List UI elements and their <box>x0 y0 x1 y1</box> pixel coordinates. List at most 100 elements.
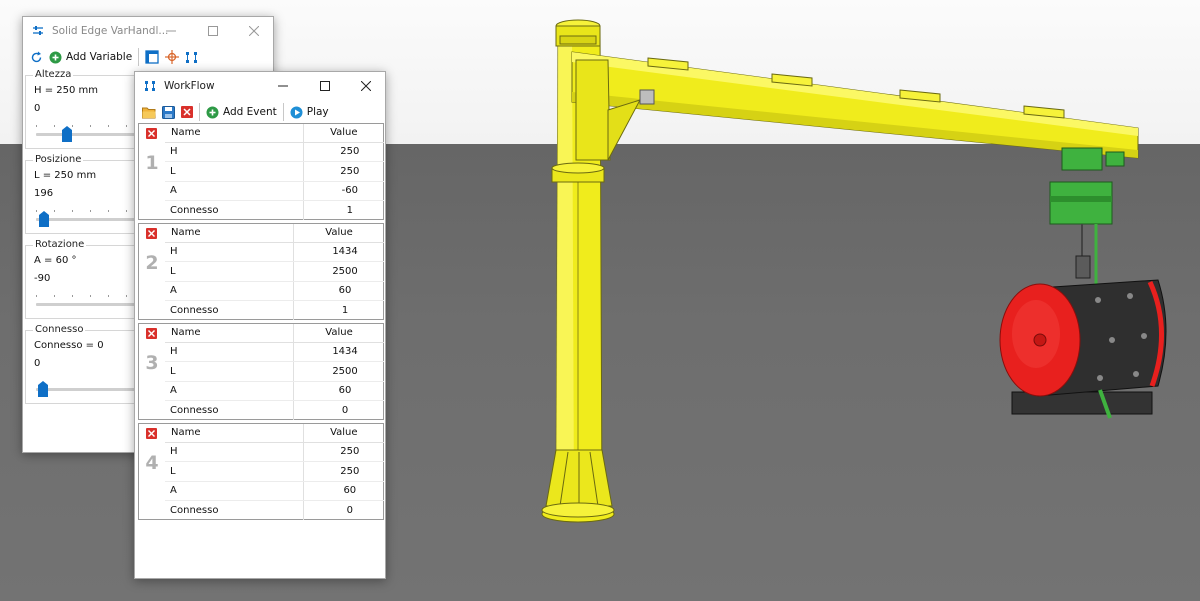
maximize-button[interactable] <box>193 17 233 45</box>
cell-name: Connesso <box>170 405 219 416</box>
toolbar-separator <box>282 103 284 121</box>
close-icon <box>148 430 155 437</box>
slider-ticks <box>36 295 127 297</box>
connesso-slider-thumb[interactable] <box>38 381 48 397</box>
cell-value[interactable]: 1 <box>302 200 384 220</box>
add-event-button[interactable]: Add Event <box>203 102 280 122</box>
delete-event-button[interactable] <box>146 328 157 339</box>
table-row[interactable]: H 250 <box>165 442 384 462</box>
table-row[interactable]: Connesso 0 <box>165 500 384 520</box>
cell-value[interactable]: 1434 <box>293 342 384 362</box>
delete-all-button[interactable] <box>178 102 196 122</box>
cell-value[interactable]: 0 <box>302 500 384 520</box>
refresh-icon <box>31 51 42 62</box>
workflow-app-icon <box>144 80 156 92</box>
folder-icon <box>142 107 156 118</box>
cell-value[interactable]: 250 <box>302 142 384 162</box>
add-variable-label: Add Variable <box>66 51 133 63</box>
cell-value[interactable]: 2500 <box>293 261 384 282</box>
table-row[interactable]: L 250 <box>165 161 384 182</box>
event-table: Name Value H 1434 L 2500 A 60 Connesso 0 <box>165 324 384 420</box>
cell-value[interactable]: 60 <box>293 281 384 301</box>
column-header-name: Name <box>165 224 294 243</box>
play-button[interactable]: Play <box>287 102 332 122</box>
table-row[interactable]: Connesso 0 <box>165 400 384 420</box>
variable-name: Connesso <box>33 324 86 335</box>
maximize-button[interactable] <box>305 72 345 100</box>
refresh-button[interactable] <box>27 47 46 67</box>
table-row[interactable]: A 60 <box>165 381 384 401</box>
cell-name: A <box>165 181 304 201</box>
table-row[interactable]: Connesso 1 <box>165 300 384 320</box>
cell-value[interactable]: 1 <box>293 300 384 320</box>
delete-event-button[interactable] <box>146 428 157 439</box>
red-tank-load <box>999 279 1167 419</box>
variable-expression: A = 60 ° <box>34 255 77 266</box>
cell-value[interactable]: 1434 <box>293 242 384 262</box>
variable-group-connesso: Connesso Connesso = 0 0 <box>25 324 146 404</box>
event-number: 1 <box>145 152 159 174</box>
cell-name: L <box>165 161 304 182</box>
table-row[interactable]: A 60 <box>165 481 384 501</box>
layout-button[interactable] <box>142 47 162 67</box>
column-header-name: Name <box>165 324 294 343</box>
play-label: Play <box>306 106 329 118</box>
cell-value[interactable]: 250 <box>302 161 384 182</box>
cell-name: A <box>165 381 294 401</box>
cell-value[interactable]: 0 <box>293 400 384 420</box>
minimize-button[interactable] <box>151 17 191 45</box>
altezza-slider-track[interactable] <box>36 133 146 136</box>
workflow-button[interactable] <box>182 47 201 67</box>
electric-hoist <box>1049 147 1125 300</box>
variable-group-posizione: Posizione L = 250 mm 196 <box>25 154 146 234</box>
open-button[interactable] <box>139 102 159 122</box>
event-table: Name Value H 250 L 250 A -60 Connesso 1 <box>165 124 384 220</box>
rotazione-slider-track[interactable] <box>36 303 146 306</box>
posizione-slider-thumb[interactable] <box>39 211 49 227</box>
table-row[interactable]: A 60 <box>165 281 384 301</box>
cell-value[interactable]: 60 <box>293 381 384 401</box>
delete-event-button[interactable] <box>146 228 157 239</box>
variable-value: 196 <box>34 188 54 199</box>
workflow-titlebar[interactable]: WorkFlow <box>135 72 385 100</box>
column-header-value: Value <box>302 124 384 143</box>
table-row[interactable]: L 250 <box>165 461 384 482</box>
connesso-slider-track[interactable] <box>36 388 146 391</box>
cell-value[interactable]: 2500 <box>293 361 384 382</box>
table-row[interactable]: H 250 <box>165 142 384 162</box>
cell-name: L <box>165 361 294 382</box>
table-row[interactable]: A -60 <box>165 181 384 201</box>
event-table: Name Value H 1434 L 2500 A 60 Connesso 1 <box>165 224 384 320</box>
close-button[interactable] <box>346 72 386 100</box>
variable-group-rotazione: Rotazione A = 60 ° -90 <box>25 239 146 319</box>
table-row[interactable]: H 1434 <box>165 242 384 262</box>
posizione-slider-track[interactable] <box>36 218 146 221</box>
variable-name: Posizione <box>33 154 84 165</box>
cell-value[interactable]: 60 <box>302 481 384 501</box>
table-row[interactable]: H 1434 <box>165 342 384 362</box>
add-variable-button[interactable]: Add Variable <box>46 47 135 67</box>
cell-name: L <box>165 461 304 482</box>
table-row[interactable]: Connesso 1 <box>165 200 384 220</box>
cell-name: H <box>165 342 294 362</box>
cell-value[interactable]: -60 <box>302 181 384 201</box>
variable-expression: L = 250 mm <box>34 170 97 181</box>
save-button[interactable] <box>159 102 178 122</box>
varhandler-titlebar[interactable]: Solid Edge VarHandl... <box>23 17 273 45</box>
variable-group-altezza: Altezza H = 250 mm 0 <box>25 69 146 149</box>
close-button[interactable] <box>234 17 274 45</box>
cell-value[interactable]: 250 <box>302 442 384 462</box>
altezza-slider-thumb[interactable] <box>62 126 72 142</box>
delete-icon <box>181 106 193 118</box>
table-row[interactable]: L 2500 <box>165 361 384 382</box>
workflow-window[interactable]: WorkFlow Add Event Play 1 Name Value H 2… <box>134 71 386 579</box>
minimize-button[interactable] <box>263 72 303 100</box>
cell-value[interactable]: 250 <box>302 461 384 482</box>
table-row[interactable]: L 2500 <box>165 261 384 282</box>
variable-name: Rotazione <box>33 239 87 250</box>
delete-event-button[interactable] <box>146 128 157 139</box>
cell-name: H <box>165 142 304 162</box>
cell-name: H <box>165 442 304 462</box>
close-icon <box>148 330 155 337</box>
move-button[interactable] <box>162 47 182 67</box>
